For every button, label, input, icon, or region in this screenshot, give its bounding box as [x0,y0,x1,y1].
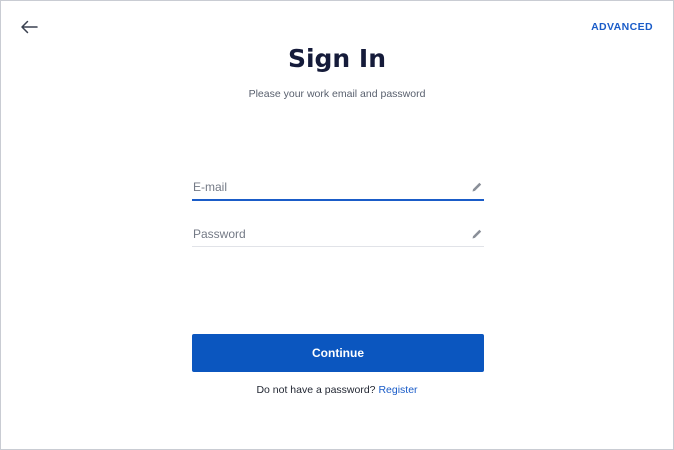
pencil-icon [472,229,482,239]
page-subtitle: Please your work email and password [248,88,426,100]
register-prompt: Do not have a password? Register [1,384,673,396]
continue-button[interactable]: Continue [192,334,484,372]
email-input[interactable] [193,177,463,197]
advanced-link[interactable]: ADVANCED [591,21,653,33]
password-field [192,220,484,247]
page-title: Sign In [287,44,387,73]
back-button[interactable] [17,15,41,39]
email-field [192,173,484,201]
register-link[interactable]: Register [378,384,417,396]
pencil-icon [472,182,482,192]
register-prompt-text: Do not have a password? [256,384,376,396]
password-input[interactable] [193,224,463,244]
arrow-left-icon [21,20,38,34]
sign-in-window: ADVANCED Sign In Please your work email … [0,0,674,450]
